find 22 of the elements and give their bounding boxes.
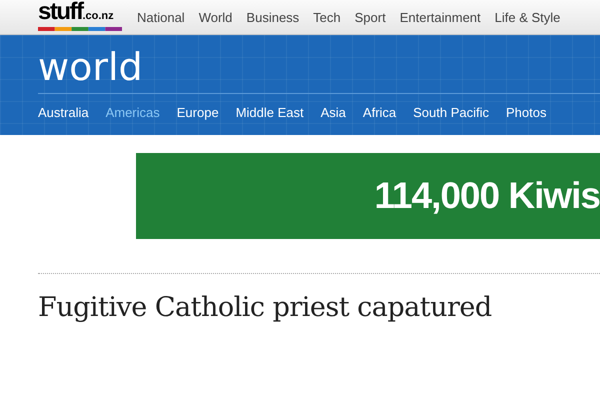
section-nav-link[interactable]: Australia — [38, 105, 89, 120]
section-nav-link[interactable]: Africa — [362, 105, 396, 120]
section-nav-link[interactable]: Middle East — [236, 105, 304, 120]
rainbow-stripe-icon — [38, 27, 122, 31]
logo-name[interactable]: stuff — [38, 1, 82, 23]
nav-link[interactable]: Business — [246, 10, 300, 24]
nav-link[interactable]: Sport — [354, 10, 386, 24]
nav-link[interactable]: Tech — [313, 10, 341, 24]
section-title: world — [38, 35, 600, 94]
nav-link[interactable]: National — [137, 10, 185, 24]
nav-link[interactable]: Life & Style — [494, 10, 560, 24]
nav-link[interactable]: Entertainment — [400, 10, 481, 24]
logo-domain: .co.nz — [82, 10, 114, 24]
section-nav-link[interactable]: Europe — [176, 105, 219, 120]
section-nav-link[interactable]: Asia — [320, 105, 346, 120]
section-nav-link[interactable]: Photos — [506, 105, 546, 120]
section-nav-link[interactable]: Americas — [106, 105, 160, 120]
ad-text: 114,000 Kiwis — [374, 175, 600, 217]
article-headline: Fugitive Catholic priest capatured — [38, 292, 493, 323]
nav-link[interactable]: World — [198, 10, 232, 24]
section-nav-link[interactable]: South Pacific — [413, 105, 490, 120]
ad-banner[interactable]: 114,000 Kiwis — [136, 153, 600, 239]
